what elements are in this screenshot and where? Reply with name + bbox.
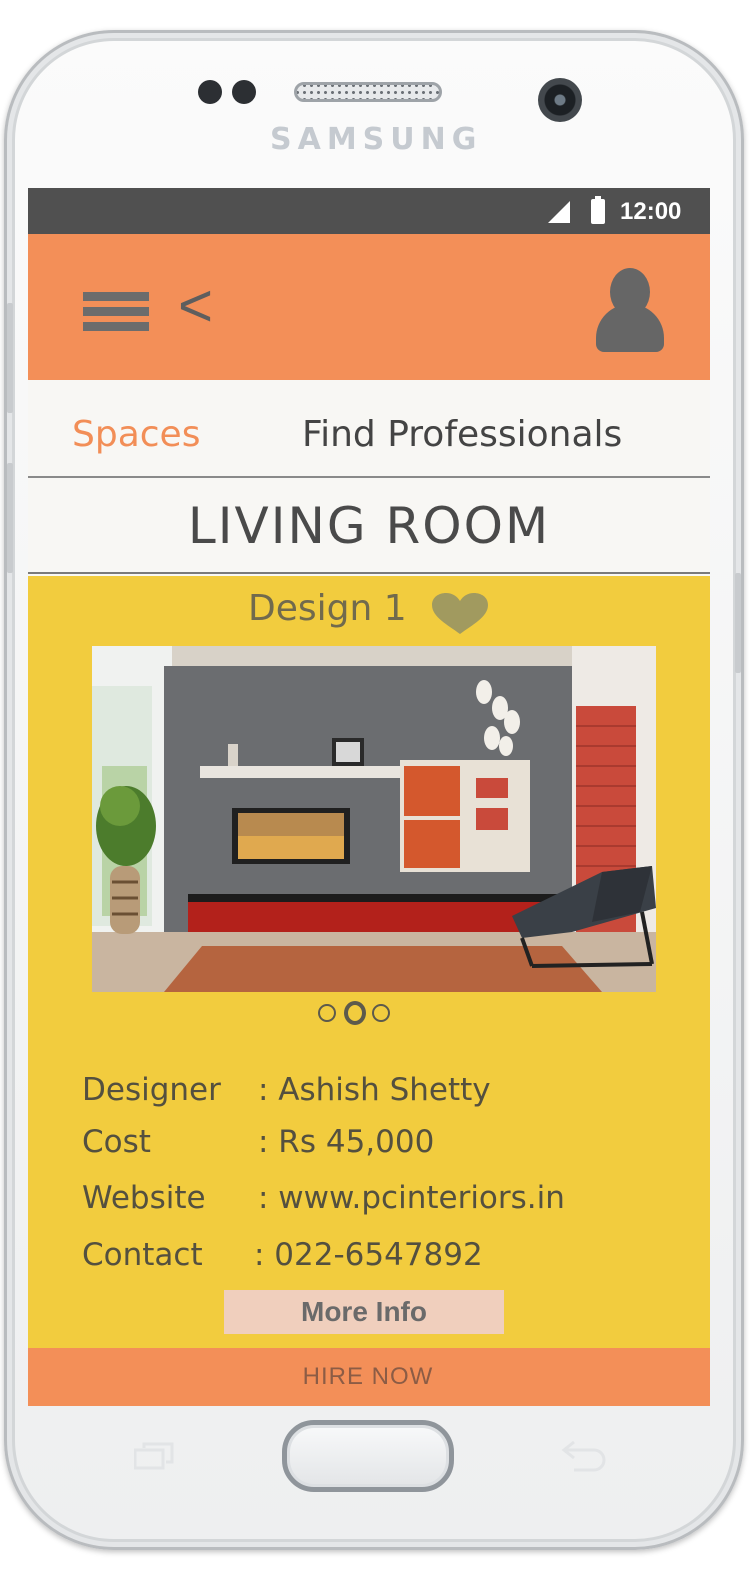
device-brand-logo: SAMSUNG	[270, 122, 483, 157]
signal-icon	[548, 201, 570, 223]
detail-label: Designer	[82, 1072, 221, 1108]
detail-value: : Rs 45,000	[258, 1124, 435, 1160]
carousel-dot-active[interactable]	[344, 1001, 366, 1025]
tab-bar: Spaces Find Professionals	[28, 380, 710, 478]
power-button[interactable]	[735, 573, 741, 673]
carousel-dot[interactable]	[318, 1004, 336, 1022]
user-icon[interactable]	[596, 268, 664, 352]
earpiece-speaker	[294, 82, 442, 102]
design-header: Design 1	[28, 586, 710, 636]
detail-designer: Designer : Ashish Shetty	[82, 1072, 682, 1116]
detail-website: Website : www.pcinteriors.in	[82, 1180, 682, 1224]
design-card: Design 1 Designer: Ashish Shetty Cost:…	[28, 576, 710, 1348]
hire-now-button[interactable]: HIRE NOW	[28, 1348, 710, 1406]
design-photo[interactable]	[92, 646, 656, 992]
carousel-indicator	[318, 1000, 398, 1025]
tab-spaces[interactable]: Spaces	[72, 414, 200, 455]
front-camera	[538, 78, 582, 122]
back-icon[interactable]: <	[178, 276, 213, 336]
heart-icon[interactable]	[430, 592, 490, 636]
hamburger-icon[interactable]	[83, 292, 149, 332]
detail-contact: Contact : 022-6547892	[82, 1237, 682, 1281]
carousel-dot[interactable]	[372, 1004, 390, 1022]
app-screen: 12:00 < Spaces Find Professionals LIVING…	[28, 188, 710, 1406]
app-bar: <	[28, 234, 710, 380]
tab-find-professionals[interactable]: Find Professionals	[302, 414, 622, 455]
detail-value-phone[interactable]: : 022-6547892	[254, 1237, 483, 1273]
status-bar: 12:00	[28, 188, 710, 234]
detail-label: Cost	[82, 1124, 151, 1160]
detail-value-link[interactable]: : www.pcinteriors.in	[258, 1180, 565, 1216]
recents-icon[interactable]	[134, 1442, 174, 1470]
detail-cost: Cost : Rs 45,000	[82, 1124, 682, 1168]
volume-up-button[interactable]	[7, 303, 13, 413]
home-button[interactable]	[282, 1420, 454, 1492]
detail-value: : Ashish Shetty	[258, 1072, 491, 1108]
design-label: Design 1	[248, 588, 407, 629]
back-key-icon[interactable]	[560, 1438, 606, 1472]
status-time: 12:00	[620, 198, 682, 225]
more-info-button[interactable]: More Info	[224, 1290, 504, 1334]
battery-icon	[591, 196, 605, 224]
light-sensor	[232, 80, 256, 104]
detail-label: Website	[82, 1180, 206, 1216]
proximity-sensor	[198, 80, 222, 104]
volume-down-button[interactable]	[7, 463, 13, 573]
detail-label: Contact	[82, 1237, 203, 1273]
page-title: LIVING ROOM	[28, 478, 710, 574]
